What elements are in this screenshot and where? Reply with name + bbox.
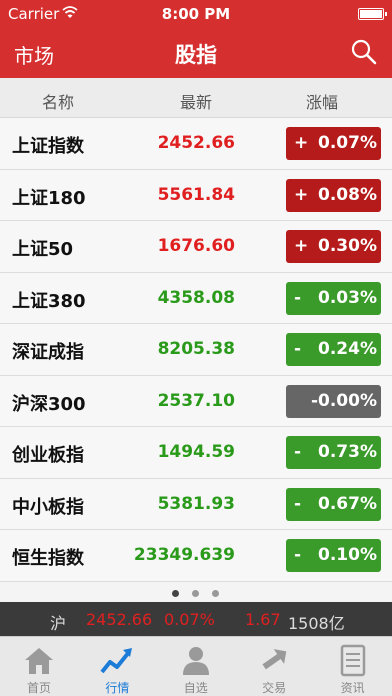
ticker-market: 沪	[50, 614, 67, 633]
ticker-percent: 0.07%	[164, 610, 215, 629]
ticker-price: 2452.66	[86, 610, 153, 629]
change-percent: 0.24%	[318, 339, 377, 359]
page-title: 股指	[175, 43, 217, 67]
change-sign: +	[294, 184, 309, 205]
change-badge[interactable]: -0.00%	[286, 384, 381, 418]
index-name: 上证指数	[12, 136, 84, 157]
status-bar: Carrier 8:00 PM	[0, 0, 392, 28]
index-row[interactable]: 中小板指 5381.93 -0.67%	[0, 478, 392, 530]
tab-exchange-arrows[interactable]: 交易	[235, 637, 313, 696]
tab-label: 资讯	[340, 681, 365, 695]
change-badge[interactable]: +0.08%	[286, 178, 381, 212]
column-change-header[interactable]: 涨幅	[306, 89, 338, 113]
change-percent: 0.07%	[318, 133, 377, 153]
change-percent: 0.10%	[318, 545, 377, 565]
user-icon	[182, 647, 209, 675]
index-price: 1676.60	[157, 236, 235, 256]
index-name: 深证成指	[12, 342, 84, 363]
change-percent: -0.00%	[310, 390, 377, 411]
tab-label: 自选	[183, 681, 208, 695]
tab-user[interactable]: 自选	[157, 637, 235, 696]
index-name: 上证380	[12, 290, 86, 312]
ticker-volume: 1508亿	[288, 614, 345, 633]
index-name: 沪深300	[12, 393, 86, 415]
change-badge[interactable]: -0.10%	[286, 539, 381, 572]
column-latest-header[interactable]: 最新	[180, 89, 212, 113]
nav-bar: 市场 股指	[0, 28, 392, 78]
home-icon	[25, 648, 53, 674]
tab-label: 交易	[262, 681, 287, 695]
change-percent: 0.08%	[318, 184, 377, 205]
page-dot[interactable]	[172, 590, 179, 597]
change-percent: 0.30%	[318, 236, 377, 256]
change-sign: +	[294, 133, 309, 153]
page-dot[interactable]	[192, 590, 199, 597]
index-name: 创业板指	[12, 445, 84, 466]
index-name: 中小板指	[12, 496, 84, 518]
change-sign: -	[294, 493, 302, 514]
change-badge[interactable]: -0.24%	[286, 333, 381, 366]
index-name: 上证50	[12, 239, 74, 260]
tab-bar: 首页 行情 自选 交易 资讯	[0, 636, 392, 696]
status-time: 8:00 PM	[161, 5, 231, 23]
ticker-change: 1.67	[245, 610, 281, 629]
page-dot[interactable]	[212, 590, 219, 597]
index-list: 上证指数 2452.66 +0.07% 上证180 5561.84 +0.08% 上证50 1…	[0, 118, 392, 584]
change-sign: -	[294, 339, 302, 359]
market-ticker[interactable]: 沪 2452.66 0.07% 1.67 1508亿	[0, 602, 392, 636]
battery-icon	[358, 8, 387, 20]
index-row[interactable]: 深证成指 8205.38 -0.24%	[0, 324, 392, 376]
page-indicator	[0, 584, 392, 602]
index-row[interactable]: 创业板指 1494.59 -0.73%	[0, 427, 392, 479]
change-sign: -	[294, 442, 302, 462]
index-name: 恒生指数	[12, 548, 84, 569]
change-badge[interactable]: +0.30%	[286, 230, 381, 263]
change-badge[interactable]: -0.73%	[286, 436, 381, 469]
index-price: 5561.84	[157, 184, 235, 205]
index-row[interactable]: 上证指数 2452.66 +0.07%	[0, 118, 392, 170]
search-icon[interactable]	[350, 38, 378, 66]
index-row[interactable]: 上证180 5561.84 +0.08%	[0, 169, 392, 221]
index-row[interactable]: 沪深300 2537.10 -0.00%	[0, 375, 392, 427]
change-percent: 0.03%	[318, 287, 377, 308]
tab-label: 行情	[105, 681, 130, 695]
exchange-arrows-icon	[262, 649, 287, 670]
index-name: 上证180	[12, 187, 86, 209]
tab-trend-chart[interactable]: 行情	[78, 637, 156, 696]
change-badge[interactable]: -0.67%	[286, 487, 381, 521]
index-price: 1494.59	[157, 442, 235, 462]
tab-home[interactable]: 首页	[0, 637, 78, 696]
document-icon	[340, 644, 365, 677]
column-header: 名称 最新 涨幅	[0, 78, 392, 118]
index-price: 23349.639	[133, 545, 235, 565]
tab-label: 首页	[26, 681, 51, 695]
column-name-header[interactable]: 名称	[42, 89, 74, 113]
change-percent: 0.67%	[318, 493, 377, 514]
index-price: 4358.08	[157, 287, 235, 308]
index-row[interactable]: 恒生指数 23349.639 -0.10%	[0, 530, 392, 582]
change-sign: -	[294, 545, 302, 565]
trend-chart-icon	[100, 648, 133, 674]
change-badge[interactable]: +0.07%	[286, 127, 381, 160]
index-price: 2537.10	[157, 390, 235, 411]
index-row[interactable]: 上证50 1676.60 +0.30%	[0, 221, 392, 273]
index-row[interactable]: 上证380 4358.08 -0.03%	[0, 272, 392, 324]
index-price: 5381.93	[157, 493, 235, 514]
change-percent: 0.73%	[318, 442, 377, 462]
index-price: 2452.66	[157, 133, 235, 153]
change-badge[interactable]: -0.03%	[286, 281, 381, 315]
tab-document[interactable]: 资讯	[314, 637, 392, 696]
change-sign: +	[294, 236, 309, 256]
index-price: 8205.38	[157, 339, 235, 359]
change-sign: -	[294, 287, 302, 308]
